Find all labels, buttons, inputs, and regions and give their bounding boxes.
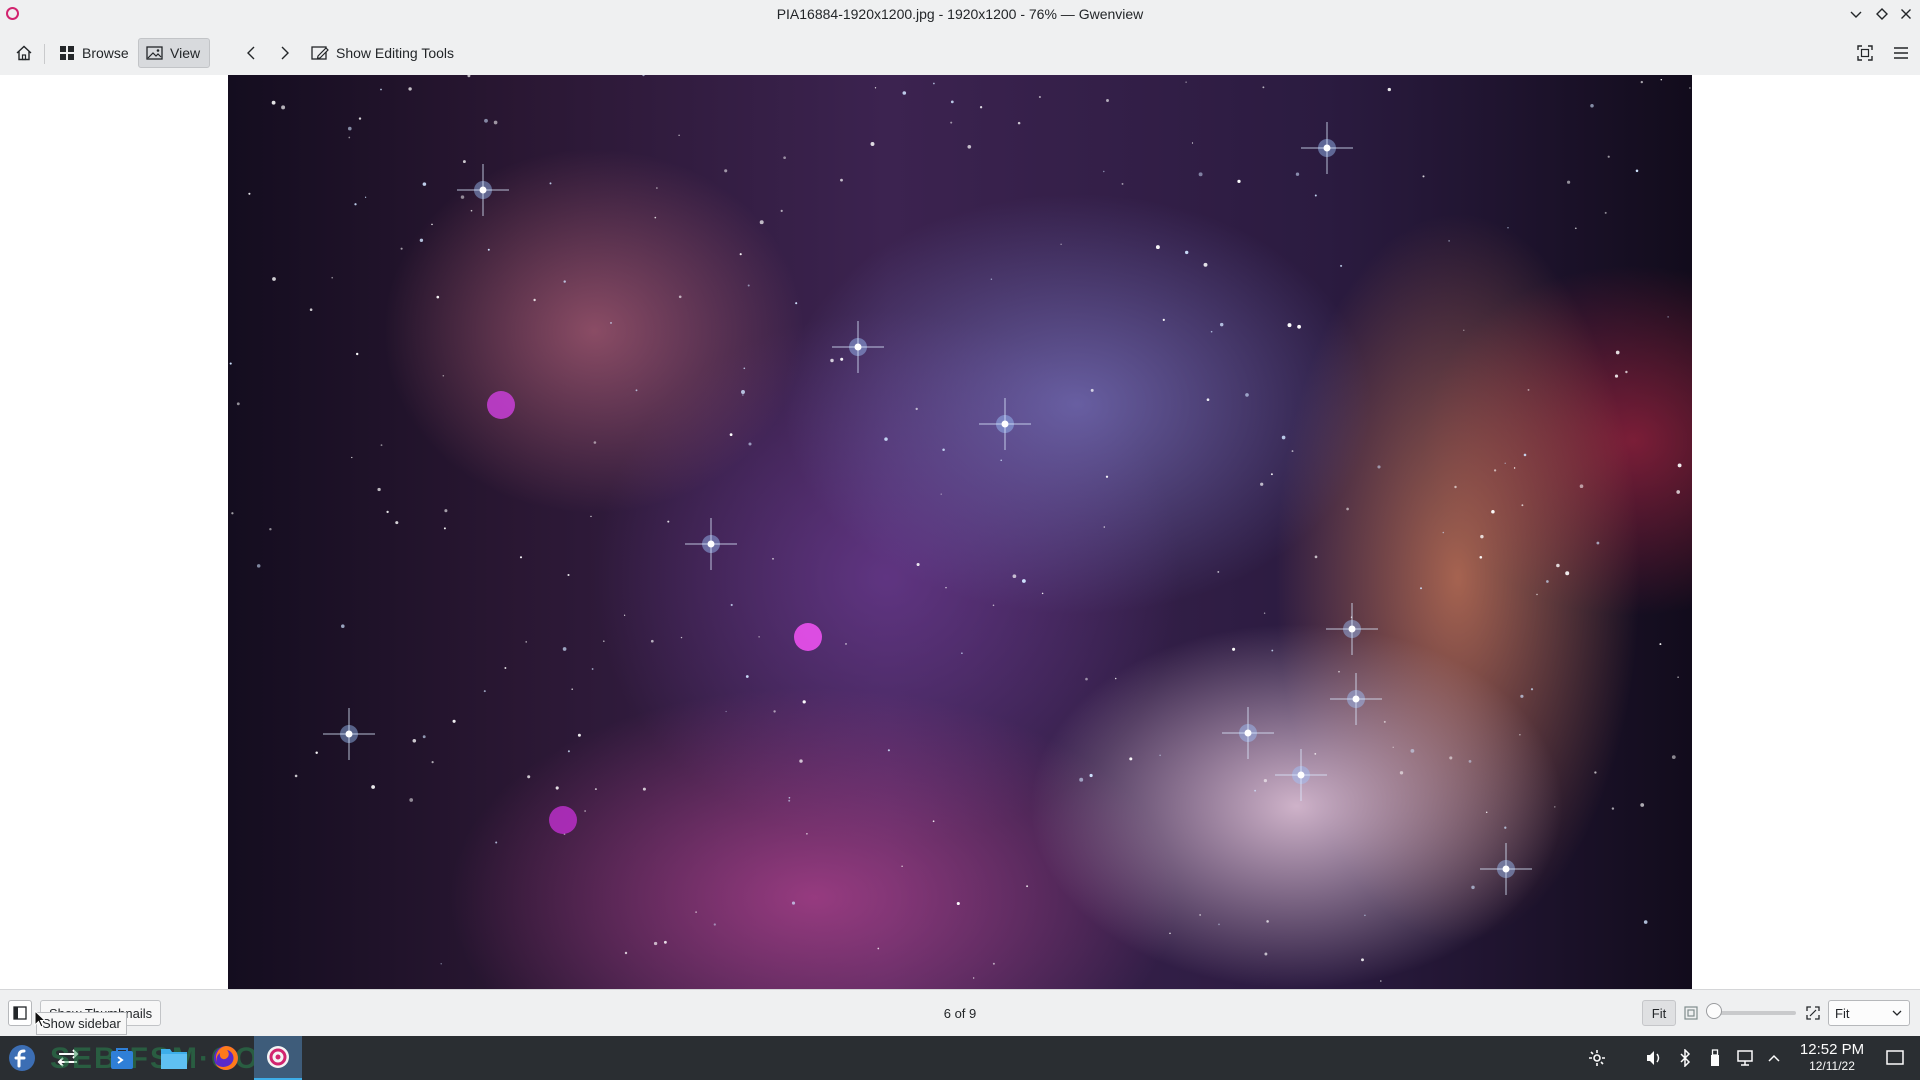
maximize-icon[interactable] [1872, 4, 1892, 24]
sidebar-tooltip: Show sidebar [36, 1012, 127, 1035]
zoom-slider-track[interactable] [1710, 1011, 1796, 1015]
taskbar-discover[interactable] [100, 1036, 144, 1080]
edit-image-icon [311, 46, 329, 60]
bluetooth-icon [1680, 1049, 1691, 1067]
close-icon[interactable] [1896, 4, 1916, 24]
zoom-mode-value: Fit [1835, 1005, 1850, 1021]
firefox-icon [214, 1046, 238, 1070]
browse-button[interactable]: Browse [52, 38, 136, 68]
home-button[interactable] [8, 38, 40, 68]
sidebar-icon [13, 1006, 27, 1020]
clock-date[interactable]: 12/11/22 [1792, 1059, 1872, 1073]
show-desktop-button[interactable] [1880, 1036, 1910, 1080]
title-bar: PIA16884-1920x1200.jpg - 1920x1200 - 76%… [0, 0, 1920, 28]
hamburger-menu-icon [1894, 47, 1908, 59]
taskbar-gwenview[interactable] [254, 1036, 302, 1080]
tray-volume[interactable] [1640, 1036, 1668, 1080]
folder-icon [161, 1049, 187, 1069]
gwenview-icon [267, 1046, 289, 1068]
tray-expand[interactable] [1762, 1036, 1786, 1080]
wired-network-icon [1737, 1050, 1753, 1066]
image-viewer[interactable] [0, 75, 1920, 989]
zoom-slider-handle[interactable] [1706, 1003, 1722, 1019]
chevron-down-icon [1892, 1010, 1902, 1016]
fullscreen-icon [1857, 45, 1873, 61]
star-field [229, 75, 1691, 982]
view-label: View [170, 45, 201, 61]
next-button[interactable] [272, 38, 298, 68]
tray-network-tool[interactable] [1582, 1036, 1612, 1080]
show-editing-tools-button[interactable]: Show Editing Tools [304, 38, 461, 68]
toolbar-separator [44, 44, 45, 64]
network-tool-icon [1589, 1050, 1605, 1066]
usb-drive-icon [1711, 1049, 1719, 1066]
mouse-cursor-icon [34, 1010, 46, 1028]
tray-storage[interactable] [1702, 1036, 1728, 1080]
clock-time[interactable]: 12:52 PM [1792, 1041, 1872, 1058]
taskbar-firefox[interactable] [204, 1036, 248, 1080]
fullscreen-button[interactable] [1850, 38, 1880, 68]
image-counter: 6 of 9 [943, 1006, 977, 1021]
zoom-out-icon[interactable] [1684, 1006, 1698, 1020]
window-title: PIA16884-1920x1200.jpg - 1920x1200 - 76%… [776, 6, 1144, 22]
chevron-right-icon [281, 46, 289, 60]
home-icon [16, 45, 32, 61]
show-desktop-icon [1886, 1050, 1904, 1065]
software-center-icon [111, 1048, 133, 1069]
tray-bluetooth[interactable] [1672, 1036, 1698, 1080]
taskbar: SEB·FSM·COM 12:52 PM 12/11/22 [0, 1036, 1920, 1080]
fedora-menu-button[interactable] [0, 1036, 44, 1080]
minimize-icon[interactable] [1846, 4, 1866, 24]
show-sidebar-button[interactable] [8, 1000, 32, 1026]
speaker-icon [1647, 1051, 1660, 1065]
grid-icon [60, 46, 74, 60]
status-bar: Show Thumbnails 6 of 9 Fit Fit [0, 989, 1920, 1037]
previous-button[interactable] [238, 38, 264, 68]
fedora-logo-icon [9, 1045, 35, 1071]
show-editing-tools-label: Show Editing Tools [336, 45, 455, 61]
image-icon [146, 46, 163, 60]
chevron-left-icon [247, 46, 255, 60]
view-button[interactable]: View [138, 38, 210, 68]
zoom-in-icon[interactable] [1806, 1006, 1820, 1020]
chevron-up-icon [1768, 1054, 1780, 1062]
hamburger-menu-button[interactable] [1886, 38, 1916, 68]
zoom-mode-select[interactable]: Fit [1828, 1000, 1910, 1026]
nebula-image [228, 75, 1692, 989]
fit-button[interactable]: Fit [1642, 1000, 1676, 1026]
tray-network[interactable] [1732, 1036, 1758, 1080]
taskbar-dolphin[interactable] [152, 1036, 196, 1080]
main-toolbar: Browse View Show Editing Tools [0, 28, 1920, 76]
browse-label: Browse [82, 45, 129, 61]
